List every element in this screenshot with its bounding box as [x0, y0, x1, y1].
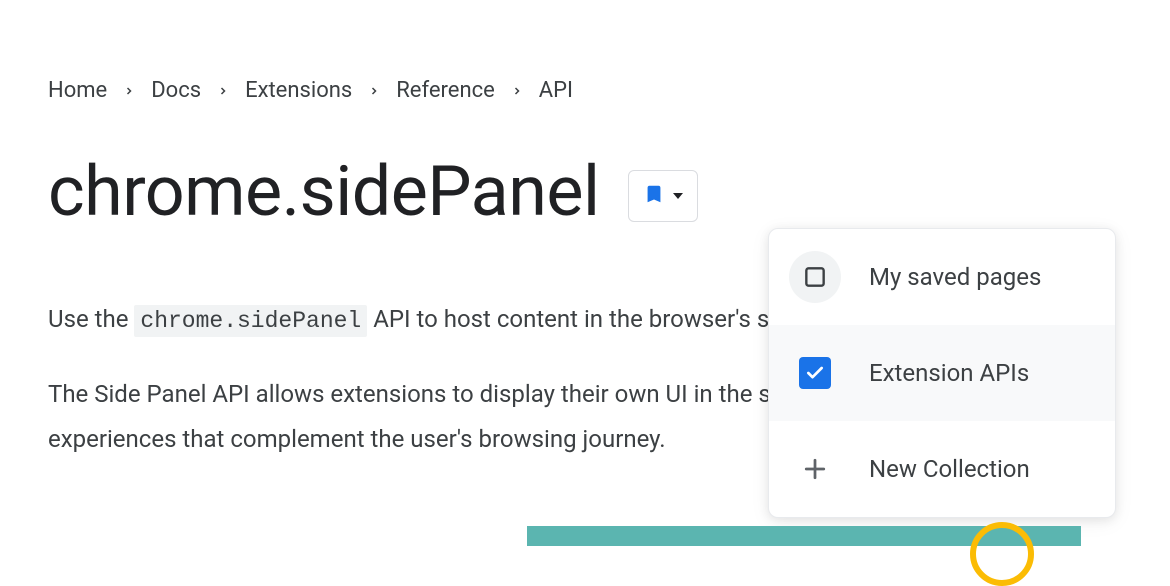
collection-my-saved-pages[interactable]: My saved pages	[769, 229, 1115, 325]
chevron-right-icon	[123, 85, 135, 97]
checkbox-unchecked-icon	[789, 251, 841, 303]
title-row: chrome.sidePanel	[48, 151, 1170, 233]
collection-extension-apis[interactable]: Extension APIs	[769, 325, 1115, 421]
chevron-right-icon	[368, 85, 380, 97]
plus-icon	[789, 443, 841, 495]
new-collection-label: New Collection	[869, 455, 1030, 483]
decorative-circle	[970, 522, 1034, 586]
bookmark-dropdown-menu: My saved pages Extension APIs New Collec…	[768, 228, 1116, 518]
page-title: chrome.sidePanel	[48, 151, 600, 233]
breadcrumb-reference[interactable]: Reference	[396, 78, 495, 103]
collection-label: Extension APIs	[869, 359, 1029, 387]
collection-label: My saved pages	[869, 263, 1041, 291]
new-collection-button[interactable]: New Collection	[769, 421, 1115, 517]
chevron-right-icon	[217, 85, 229, 97]
intro-pre: Use the	[48, 305, 134, 333]
breadcrumb-docs[interactable]: Docs	[151, 78, 201, 103]
caret-down-icon	[673, 193, 683, 199]
bookmark-dropdown-button[interactable]	[628, 170, 698, 222]
breadcrumb-extensions[interactable]: Extensions	[245, 78, 352, 103]
breadcrumb: Home Docs Extensions Reference API	[48, 78, 1170, 103]
checkbox-checked-icon	[799, 357, 831, 389]
chevron-right-icon	[511, 85, 523, 97]
inline-code: chrome.sidePanel	[134, 305, 367, 337]
breadcrumb-api[interactable]: API	[539, 78, 573, 103]
breadcrumb-home[interactable]: Home	[48, 78, 107, 103]
bookmark-icon	[643, 181, 665, 211]
